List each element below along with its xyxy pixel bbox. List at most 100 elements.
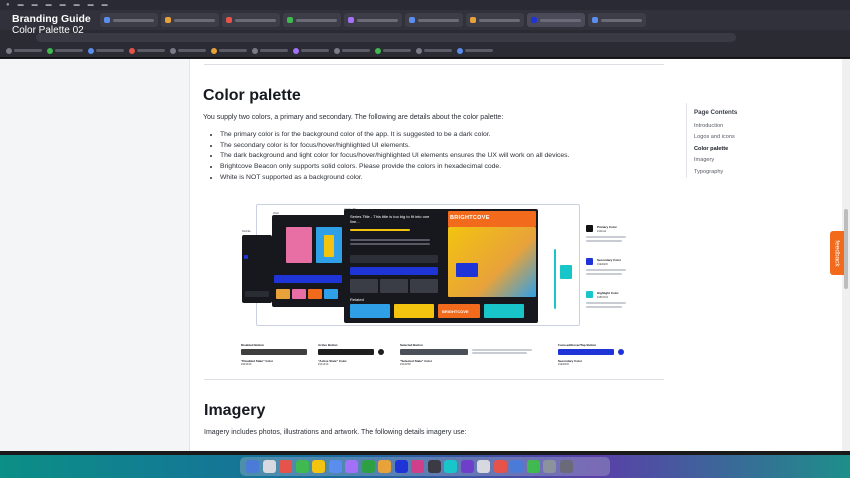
imagery-intro-paragraph: Imagery includes photos, illustrations a…: [204, 429, 467, 436]
active-button-hex: #1F1F1F: [318, 363, 329, 366]
mobile-mockup: [242, 235, 272, 303]
disabled-button-hex: #3F3F3F: [241, 363, 252, 366]
dock-app-icon[interactable]: [543, 460, 556, 473]
selected-button-demo: [400, 349, 468, 355]
bookmark[interactable]: [211, 47, 247, 54]
secondary-color-hex: #1E34D6: [597, 263, 608, 266]
dock-app-icon[interactable]: [493, 460, 507, 473]
docs-page: Color palette You supply two colors, a p…: [0, 59, 850, 451]
bookmark[interactable]: [47, 47, 83, 54]
page-contents-nav: Page Contents Introduction Logos and ico…: [686, 103, 796, 178]
section-heading-color-palette: Color palette: [203, 87, 301, 104]
dock-app-icon[interactable]: [246, 460, 259, 473]
address-bar: [0, 30, 850, 44]
browser-tab[interactable]: [100, 13, 158, 27]
tv-mockup: Series Title - This title is too big to …: [344, 209, 538, 323]
url-field[interactable]: [36, 33, 736, 42]
tv-related-heading: Related: [350, 297, 364, 302]
bookmark[interactable]: [293, 47, 329, 54]
overlay-title-sub: Color Palette 02: [12, 25, 84, 36]
bookmark[interactable]: [416, 47, 452, 54]
dock-app-icon[interactable]: [378, 460, 391, 473]
browser-tab[interactable]: [283, 13, 341, 27]
dock-app-icon[interactable]: [394, 460, 408, 473]
dock-app-icon[interactable]: [477, 460, 490, 473]
dock-app-icon[interactable]: [510, 460, 523, 473]
dock-app-icon[interactable]: [279, 460, 292, 473]
dock-app-icon[interactable]: [262, 460, 276, 473]
browser-tab[interactable]: [222, 13, 280, 27]
highlight-color-swatch: [586, 291, 593, 298]
browser-tab[interactable]: [405, 13, 463, 27]
disabled-button-demo: [241, 349, 307, 355]
selected-button-header: Selected Button: [400, 343, 423, 347]
bookmark[interactable]: [6, 47, 42, 54]
tv-series-title: Series Title - This title is too big to …: [350, 214, 430, 224]
feedback-button[interactable]: feedback: [830, 231, 844, 275]
device-label-mobile: Mobile: [242, 229, 251, 233]
browser-tab[interactable]: [344, 13, 402, 27]
dock-app-icon[interactable]: [295, 460, 309, 473]
toc-item-typography[interactable]: Typography: [694, 167, 796, 178]
feedback-label: feedback: [833, 239, 841, 267]
tv-hero-brand: BRIGHTCOVE: [450, 215, 490, 221]
focused-button-demo: [558, 349, 614, 355]
trash-icon[interactable]: [559, 460, 573, 473]
toc-item-introduction[interactable]: Introduction: [694, 121, 796, 132]
toc-item-color-palette[interactable]: Color palette: [694, 144, 796, 155]
list-item: Brightcove Beacon only supports solid co…: [220, 162, 569, 173]
bookmark[interactable]: [88, 47, 124, 54]
primary-color-swatch: [586, 225, 593, 232]
primary-color-hex: #111111: [597, 230, 607, 233]
bookmarks-bar: [0, 44, 850, 58]
list-item: White is NOT supported as a background c…: [220, 173, 569, 184]
browser-tab-bar: [0, 10, 850, 30]
play-icon: [618, 349, 624, 355]
divider: [204, 379, 664, 380]
web-mockup: [272, 215, 346, 307]
dock-app-icon[interactable]: [427, 460, 441, 473]
bookmark[interactable]: [375, 47, 411, 54]
dock-app-icon[interactable]: [345, 460, 358, 473]
dock-app-icon[interactable]: [328, 460, 342, 473]
list-item: The secondary color is for focus/hover/h…: [220, 141, 569, 152]
dock-app-icon[interactable]: [361, 460, 375, 473]
list-item: The primary color is for the background …: [220, 130, 569, 141]
macos-menubar: ● ▬ ▬ ▬ ▬ ▬ ▬ ▬: [0, 0, 850, 10]
dock-app-icon[interactable]: [411, 460, 424, 473]
dock-app-icon[interactable]: [526, 460, 540, 473]
left-sidebar: [0, 59, 190, 451]
focused-button-hex: #1E34D6: [558, 363, 569, 366]
dock-app-icon[interactable]: [444, 460, 457, 473]
bookmark[interactable]: [457, 47, 493, 54]
list-item: The dark background and light color for …: [220, 151, 569, 162]
bookmark[interactable]: [334, 47, 370, 54]
scrollbar-thumb[interactable]: [844, 209, 848, 289]
bookmark[interactable]: [170, 47, 206, 54]
intro-paragraph: You supply two colors, a primary and sec…: [203, 114, 504, 121]
disabled-button-header: Disabled Button: [241, 343, 264, 347]
active-button-demo: [318, 349, 374, 355]
toc-item-imagery[interactable]: Imagery: [694, 155, 796, 166]
section-heading-imagery: Imagery: [204, 402, 266, 419]
browser-tab[interactable]: [161, 13, 219, 27]
focused-button-header: Focused/Hover/Tap Button: [558, 343, 597, 347]
dock-app-icon[interactable]: [312, 460, 325, 473]
secondary-color-title: Secondary Color: [597, 258, 622, 262]
overlay-title-main: Branding Guide: [12, 13, 91, 25]
dock-app-icon[interactable]: [460, 460, 474, 473]
bookmark[interactable]: [252, 47, 288, 54]
browser-tab[interactable]: [588, 13, 646, 27]
macos-dock: [240, 457, 610, 476]
secondary-color-swatch: [586, 258, 593, 265]
toc-item-logos-and-icons[interactable]: Logos and icons: [694, 132, 796, 143]
active-button-header: Active Button: [318, 343, 338, 347]
primary-color-title: Primary Color: [597, 225, 617, 229]
browser-tab-active[interactable]: [527, 13, 585, 27]
video-overlay-title: Branding Guide Color Palette 02: [12, 13, 91, 37]
tv-related-brand: BRIGHTCOVE: [442, 309, 469, 314]
browser-tab[interactable]: [466, 13, 524, 27]
bullet-list: The primary color is for the background …: [220, 130, 569, 184]
color-palette-illustration: Mobile Web Apple TV Series Title - This …: [238, 201, 632, 369]
bookmark[interactable]: [129, 47, 165, 54]
